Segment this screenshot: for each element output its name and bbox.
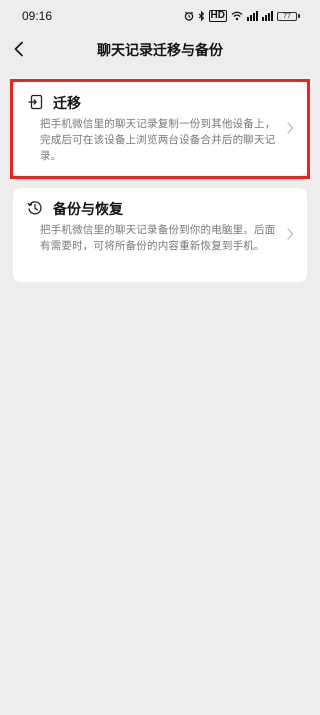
header: 聊天记录迁移与备份 <box>0 32 320 68</box>
backup-restore-description: 把手机微信里的聊天记录备份到你的电脑里。后面有需要时，可将所备份的内容重新恢复到… <box>40 224 276 252</box>
chevron-right-icon <box>285 120 295 134</box>
wifi-icon <box>231 11 243 21</box>
backup-restore-option[interactable]: 备份与恢复 把手机微信里的聊天记录备份到你的电脑里。后面有需要时，可将所备份的内… <box>13 188 307 282</box>
bluetooth-icon <box>198 11 205 21</box>
chevron-right-icon <box>285 226 295 240</box>
migrate-description: 把手机微信里的聊天记录复制一份到其他设备上，完成后可在该设备上浏览两台设备合并后… <box>40 118 276 162</box>
status-icons: HD 77 <box>184 10 300 22</box>
backup-restore-title: 备份与恢复 <box>53 202 123 218</box>
battery-level: 77 <box>277 11 297 21</box>
alarm-icon <box>184 11 194 21</box>
page-title: 聊天记录迁移与备份 <box>97 43 223 59</box>
hd-badge: HD <box>208 10 227 22</box>
history-icon <box>27 200 43 216</box>
migrate-title: 迁移 <box>53 96 81 112</box>
status-bar: 09:16 HD 77 <box>0 0 320 32</box>
migrate-option[interactable]: 迁移 把手机微信里的聊天记录复制一份到其他设备上，完成后可在该设备上浏览两台设备… <box>13 82 307 176</box>
status-time: 09:16 <box>22 9 53 23</box>
signal-icon-sim1 <box>247 11 258 21</box>
signal-icon-sim2 <box>262 11 273 21</box>
battery-icon: 77 <box>277 11 300 21</box>
migrate-icon <box>27 94 43 110</box>
